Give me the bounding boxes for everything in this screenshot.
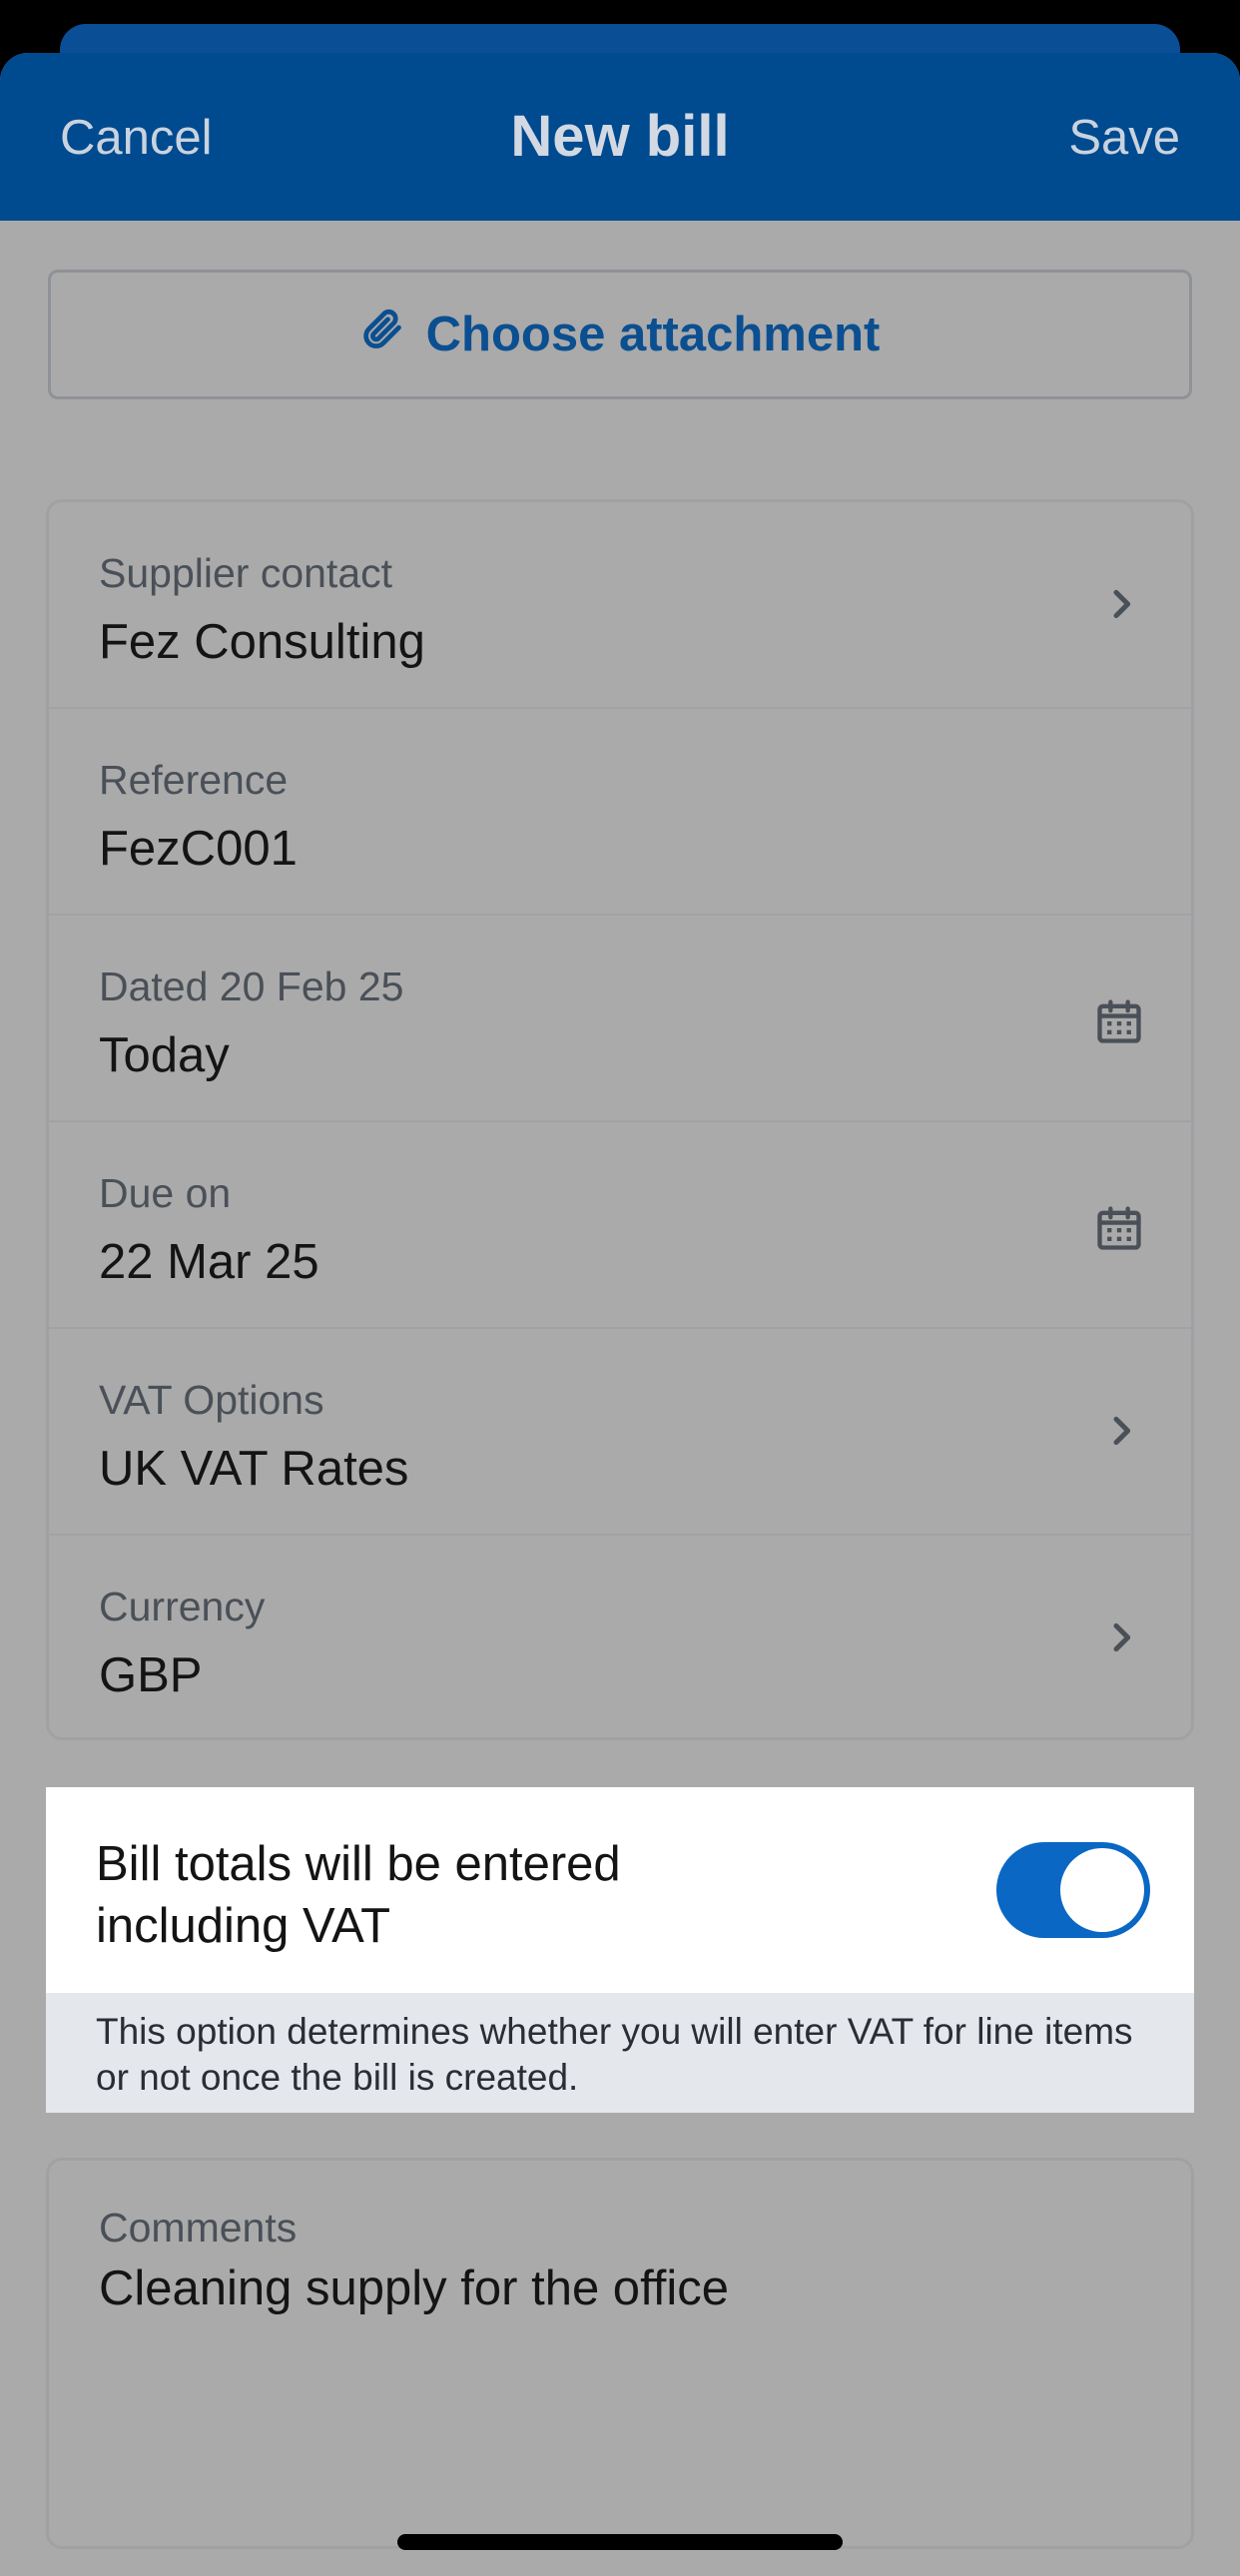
supplier-contact-row[interactable]: Supplier contact Fez Consulting [49, 502, 1191, 709]
vat-options-value: UK VAT Rates [99, 1442, 409, 1496]
dated-value: Today [99, 1028, 230, 1082]
page-title: New bill [510, 104, 730, 169]
vat-inclusive-label: Bill totals will be entered including VA… [96, 1837, 621, 1953]
chevron-right-icon [1101, 584, 1141, 629]
chevron-right-icon [1101, 1411, 1141, 1456]
currency-row[interactable]: Currency GBP [49, 1536, 1191, 1737]
vat-options-label: VAT Options [99, 1377, 324, 1423]
due-on-value: 22 Mar 25 [99, 1235, 319, 1289]
navigation-bar: Cancel New bill Save [0, 53, 1240, 221]
due-on-label: Due on [99, 1170, 232, 1216]
vat-options-row[interactable]: VAT Options UK VAT Rates [49, 1329, 1191, 1536]
vat-inclusive-switch[interactable] [996, 1842, 1150, 1938]
vat-inclusive-toggle-card: Bill totals will be entered including VA… [46, 1787, 1194, 2113]
supplier-contact-value: Fez Consulting [99, 615, 425, 669]
switch-knob [1060, 1848, 1144, 1932]
calendar-icon[interactable] [1093, 1202, 1145, 1259]
dated-label: Dated 20 Feb 25 [99, 964, 404, 1009]
calendar-icon[interactable] [1093, 995, 1145, 1052]
reference-row[interactable]: Reference FezC001 [49, 709, 1191, 916]
comments-field[interactable]: Comments Cleaning supply for the office [46, 2158, 1194, 2549]
currency-value: GBP [99, 1648, 203, 1702]
new-bill-sheet: Cancel New bill Save Choose attachment S… [0, 53, 1240, 2576]
comments-label: Comments [99, 2205, 298, 2251]
chevron-right-icon [1101, 1617, 1141, 1662]
paperclip-icon [360, 307, 426, 362]
reference-value: FezC001 [99, 822, 298, 876]
vat-inclusive-note: This option determines whether you will … [46, 1993, 1194, 2113]
home-indicator[interactable] [397, 2534, 843, 2550]
due-on-row[interactable]: Due on 22 Mar 25 [49, 1122, 1191, 1329]
reference-label: Reference [99, 757, 289, 803]
comments-value: Cleaning supply for the office [99, 2261, 730, 2315]
dated-row[interactable]: Dated 20 Feb 25 Today [49, 916, 1191, 1122]
save-button[interactable]: Save [1068, 110, 1180, 166]
currency-label: Currency [99, 1584, 266, 1629]
choose-attachment-label: Choose attachment [425, 308, 881, 361]
choose-attachment-button[interactable]: Choose attachment [48, 270, 1192, 399]
bill-details-card: Supplier contact Fez Consulting Referenc… [46, 499, 1194, 1740]
supplier-contact-label: Supplier contact [99, 550, 393, 596]
